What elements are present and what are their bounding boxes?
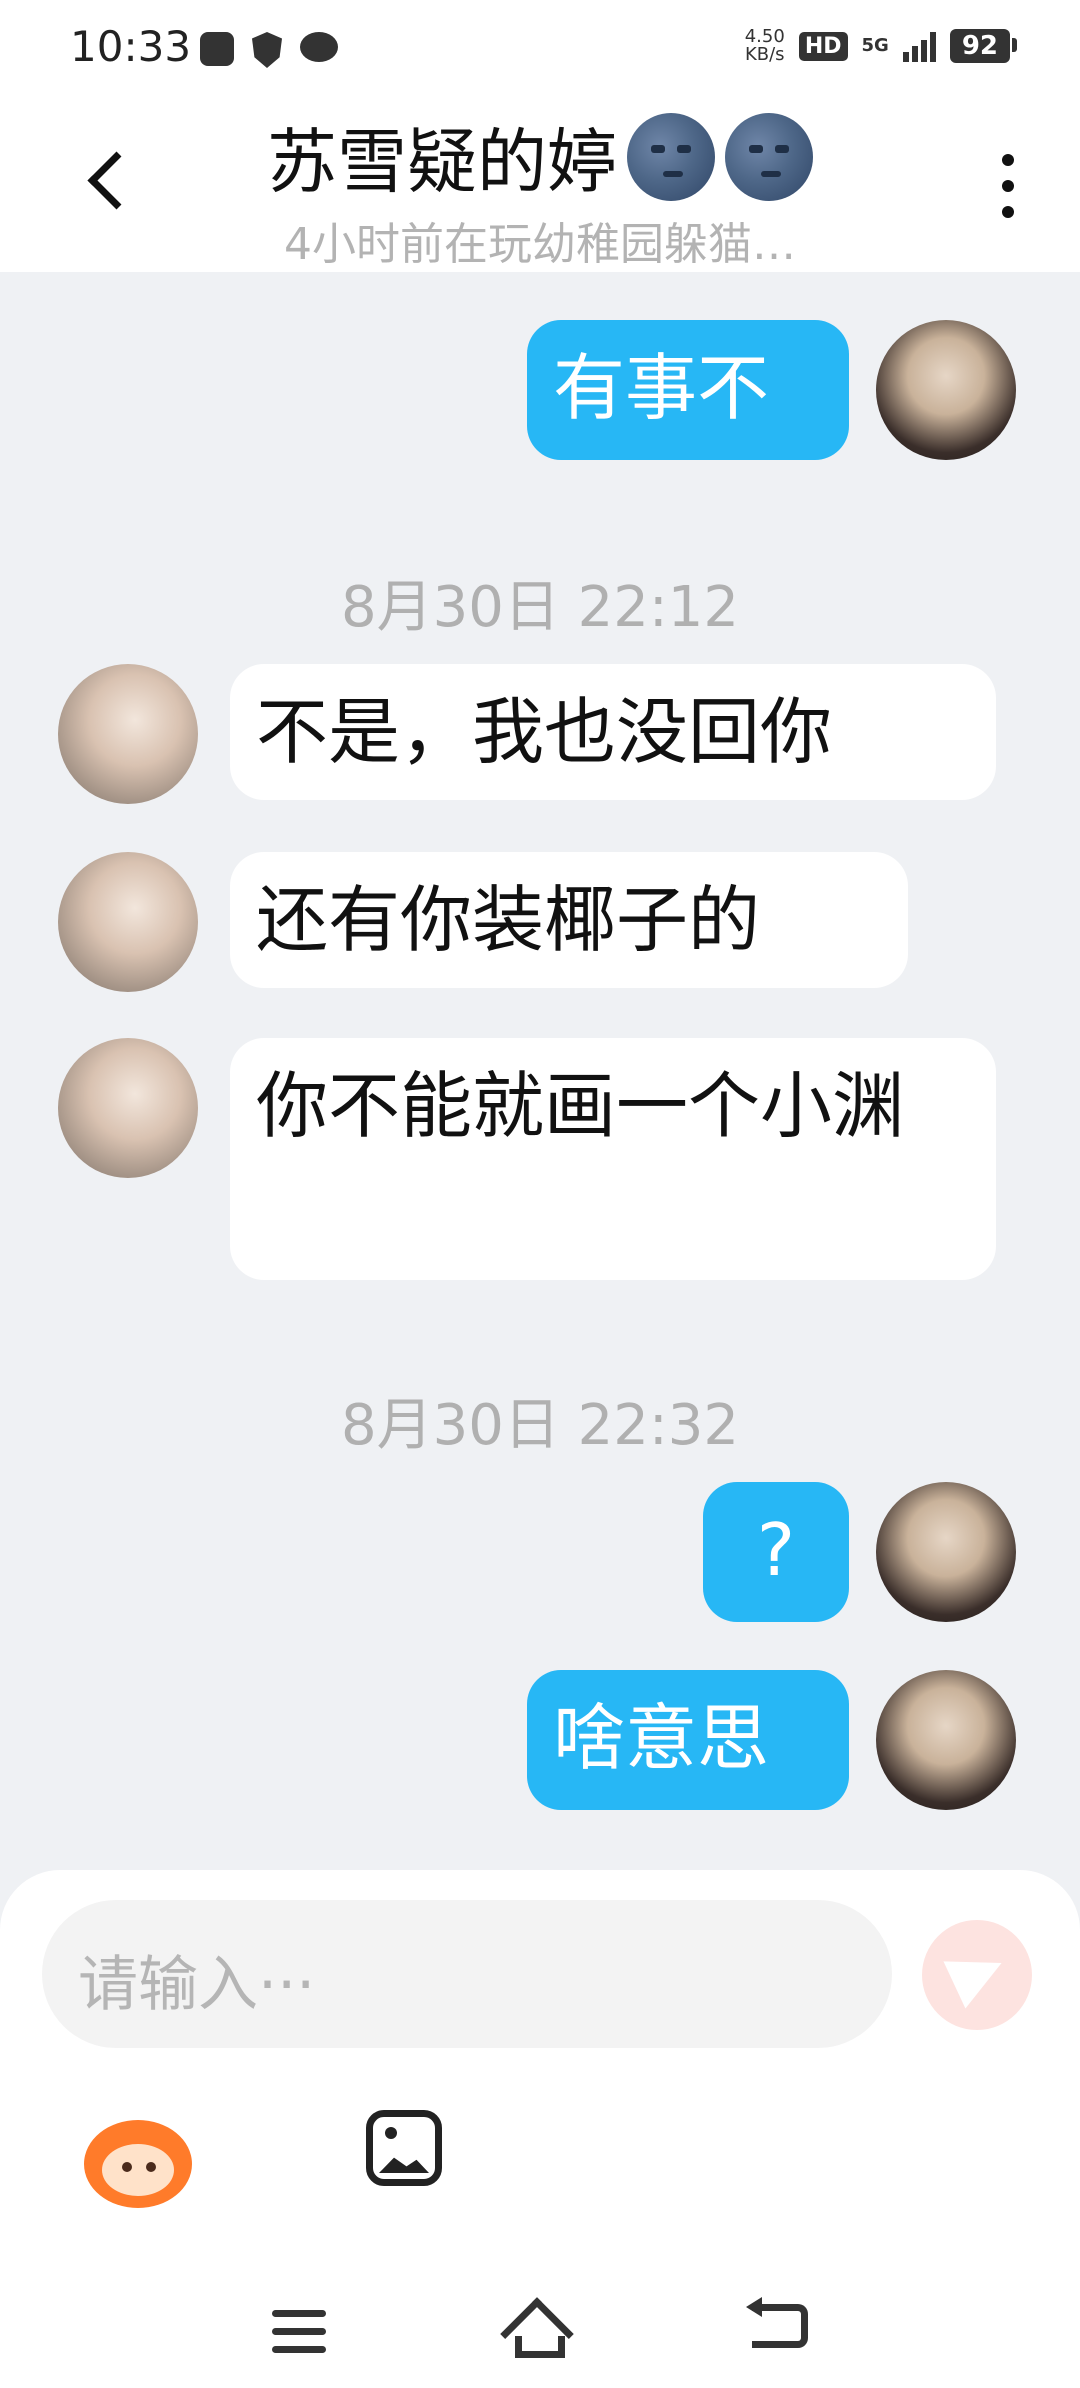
self-avatar[interactable] <box>876 320 1016 460</box>
network-type: 5G <box>861 35 889 56</box>
incoming-message[interactable]: 你不能就画一个小渊 <box>230 1038 996 1280</box>
contact-avatar[interactable] <box>58 1038 198 1178</box>
send-button[interactable] <box>922 1920 1032 2030</box>
message-input[interactable]: 请输入··· <box>42 1900 892 2048</box>
shield-icon <box>252 32 282 68</box>
moon-face-icon <box>725 112 813 201</box>
notification-icons <box>200 32 338 68</box>
back-icon[interactable] <box>746 2297 808 2348</box>
send-icon <box>943 1939 1013 2009</box>
network-speed-unit: KB/s <box>744 44 785 65</box>
self-avatar[interactable] <box>876 1482 1016 1622</box>
incoming-message[interactable]: 还有你装椰子的 <box>230 852 908 988</box>
contact-avatar[interactable] <box>58 852 198 992</box>
more-options-icon[interactable] <box>1002 154 1014 232</box>
chat-title[interactable]: 苏雪疑的婷 <box>267 106 813 207</box>
hd-icon: HD <box>798 31 848 61</box>
status-right: 4.50 KB/s HD 5G 92 <box>745 28 1018 64</box>
recent-apps-icon[interactable] <box>272 2310 326 2364</box>
wechat-icon <box>300 32 338 62</box>
mascot-sticker-icon[interactable] <box>84 2110 192 2208</box>
incoming-message[interactable]: 不是，我也没回你 <box>230 664 996 800</box>
signal-icon <box>902 30 936 62</box>
status-time: 10:33 <box>70 22 192 71</box>
timestamp: 8月30日 22:32 <box>340 1393 740 1458</box>
status-bar: 10:33 4.50 KB/s HD 5G 92 <box>0 0 1080 100</box>
battery-icon: 92 <box>949 29 1018 63</box>
chat-title-wrap: 苏雪疑的婷 <box>0 106 1080 207</box>
image-gallery-icon[interactable] <box>366 2110 442 2186</box>
outgoing-message[interactable]: 有事不 <box>527 320 849 460</box>
moon-face-icon <box>627 112 715 201</box>
system-navigation-bar <box>0 2280 1080 2388</box>
message-input-placeholder: 请输入··· <box>78 1950 316 2020</box>
contact-avatar[interactable] <box>58 664 198 804</box>
home-icon[interactable] <box>500 2297 575 2371</box>
network-speed: 4.50 KB/s <box>745 28 785 64</box>
chat-header: 苏雪疑的婷 4小时前在玩幼稚园躲猫… <box>0 100 1080 272</box>
chat-title-text: 苏雪疑的婷 <box>267 121 617 203</box>
message-notification-icon <box>200 32 234 66</box>
outgoing-message[interactable]: ? <box>703 1482 849 1622</box>
outgoing-message[interactable]: 啥意思 <box>527 1670 849 1810</box>
chat-subtitle: 4小时前在玩幼稚园躲猫… <box>284 219 796 270</box>
self-avatar[interactable] <box>876 1670 1016 1810</box>
timestamp: 8月30日 22:12 <box>340 575 740 640</box>
